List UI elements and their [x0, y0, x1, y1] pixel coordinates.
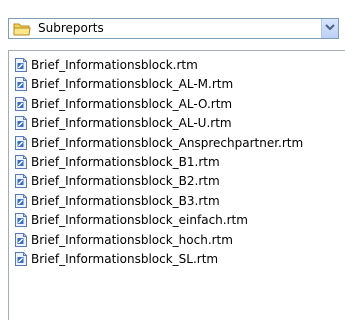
file-list[interactable]: Brief_Informationsblock.rtm Brief_Informa… — [8, 50, 345, 320]
file-name: Brief_Informationsblock_B3.rtm — [31, 193, 220, 208]
file-name: Brief_Informationsblock_B1.rtm — [31, 155, 220, 169]
report-file-icon — [14, 155, 28, 169]
dropdown-arrow-button[interactable] — [321, 19, 338, 38]
report-file-icon — [14, 77, 28, 92]
file-name: Brief_Informationsblock_B2.rtm — [31, 174, 220, 189]
folder-dropdown-value: Subreports — [38, 21, 104, 35]
folder-dropdown[interactable]: Subreports — [8, 18, 339, 39]
file-name: Brief_Informationsblock_AL-O.rtm — [31, 96, 233, 111]
file-name: Brief_Informationsblock_AL-M.rtm — [31, 77, 234, 92]
report-file-icon — [14, 174, 28, 189]
file-name: Brief_Informationsblock_AL-U.rtm — [31, 116, 232, 131]
file-name: Brief_Informationsblock_einfach.rtm — [31, 213, 248, 228]
file-name: Brief_Informationsblock_Ansprechpartner.… — [31, 135, 304, 150]
chevron-down-icon — [325, 24, 335, 31]
report-file-icon — [14, 58, 28, 72]
folder-icon — [13, 22, 31, 36]
report-file-icon — [14, 232, 28, 247]
report-file-icon — [14, 116, 28, 131]
file-name: Brief_Informationsblock.rtm — [31, 58, 198, 72]
report-file-icon — [14, 135, 28, 150]
report-file-icon — [14, 213, 28, 228]
file-name: Brief_Informationsblock_SL.rtm — [31, 252, 219, 266]
file-name: Brief_Informationsblock_hoch.rtm — [31, 232, 233, 247]
report-file-icon — [14, 96, 28, 111]
report-file-icon — [14, 252, 28, 266]
report-file-icon — [14, 193, 28, 208]
